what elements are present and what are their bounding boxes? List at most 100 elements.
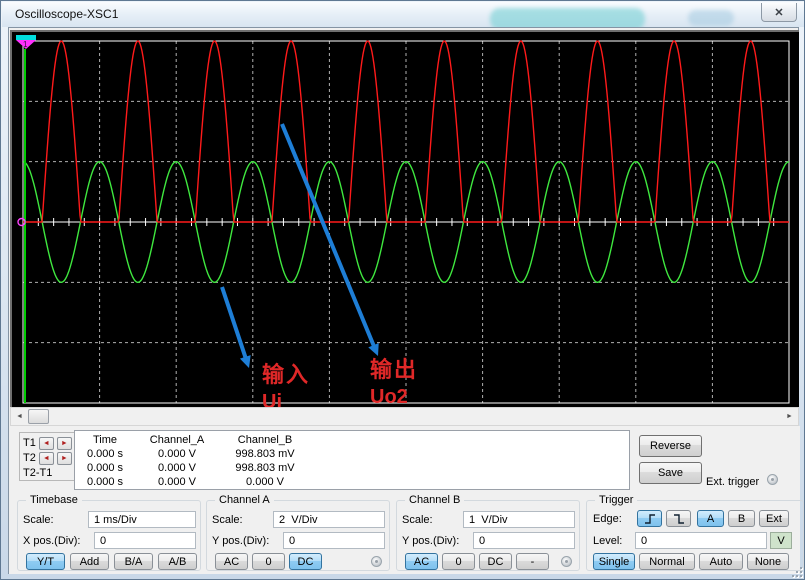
timebase-xpos-field[interactable]: 0 bbox=[94, 532, 196, 549]
trigger-source-a-button[interactable]: A bbox=[697, 510, 724, 527]
ext-trigger-label: Ext. trigger bbox=[706, 476, 759, 488]
timebase-scale-label: Scale: bbox=[23, 514, 54, 526]
right-arrow-icon: ► bbox=[786, 413, 793, 420]
t2-t1-channel-a: 0.000 V bbox=[141, 476, 213, 488]
channel-b-ypos-label: Y pos.(Div): bbox=[402, 535, 459, 547]
channel-b-ypos-field[interactable]: 0 bbox=[473, 532, 575, 549]
trigger-level-label: Level: bbox=[593, 535, 622, 547]
channel-a-scale-label: Scale: bbox=[212, 514, 243, 526]
cursor-control-box: T1 ◄ ► T2 ◄ ► T2-T1 bbox=[19, 432, 77, 481]
trigger-edge-label: Edge: bbox=[593, 513, 622, 525]
t2-row: T2 ◄ ► bbox=[23, 451, 72, 465]
t1-row: T1 ◄ ► bbox=[23, 436, 72, 450]
left-arrow-icon: ◄ bbox=[16, 413, 23, 420]
column-header-channel-a: Channel_A bbox=[141, 434, 213, 446]
rising-edge-icon bbox=[643, 513, 657, 525]
annotation-input-label: 输入 Ui bbox=[262, 363, 310, 407]
oscilloscope-window: Oscilloscope-XSC1 ✕ 1 输入 Ui 输出 Uo2 ◄ ► bbox=[0, 0, 805, 580]
save-button[interactable]: Save bbox=[639, 462, 702, 484]
channel-b-scale-field[interactable]: 1 V/Div bbox=[463, 511, 575, 528]
left-arrow-icon: ◄ bbox=[43, 455, 50, 462]
svg-text:1: 1 bbox=[23, 40, 28, 49]
client-area: 1 输入 Ui 输出 Uo2 ◄ ► T1 ◄ ► bbox=[8, 27, 799, 574]
scrollbar-left-arrow[interactable]: ◄ bbox=[11, 408, 28, 425]
title-bar[interactable]: Oscilloscope-XSC1 ✕ bbox=[2, 2, 805, 27]
ext-trigger-led bbox=[767, 474, 778, 485]
channel-a-group: Channel A Scale: 2 V/Div Y pos.(Div): 0 … bbox=[206, 500, 390, 571]
channel-b-led bbox=[561, 556, 572, 567]
t1-right-button[interactable]: ► bbox=[57, 437, 72, 450]
t2-t1-time: 0.000 s bbox=[75, 476, 135, 488]
t2-channel-a: 0.000 V bbox=[141, 462, 213, 474]
timebase-title: Timebase bbox=[26, 494, 82, 506]
trigger-single-button[interactable]: Single bbox=[593, 553, 635, 570]
t2-t1-channel-b: 0.000 V bbox=[217, 476, 313, 488]
controls-panel: Timebase Scale: 1 ms/Div X pos.(Div): 0 … bbox=[9, 494, 800, 574]
channel-a-ypos-label: Y pos.(Div): bbox=[212, 535, 269, 547]
t2-t1-label: T2-T1 bbox=[23, 467, 52, 479]
channel-b-dc-button[interactable]: DC bbox=[479, 553, 512, 570]
t2-time: 0.000 s bbox=[75, 462, 135, 474]
column-header-channel-b: Channel_B bbox=[217, 434, 313, 446]
trigger-source-b-button[interactable]: B bbox=[728, 510, 755, 527]
t2-left-button[interactable]: ◄ bbox=[39, 452, 54, 465]
measurement-readout: Time Channel_A Channel_B 0.000 s 0.000 V… bbox=[74, 430, 630, 490]
resize-grip[interactable] bbox=[788, 563, 802, 577]
channel-a-zero-button[interactable]: 0 bbox=[252, 553, 285, 570]
readout-panel: T1 ◄ ► T2 ◄ ► T2-T1 Time Channel_A Chann… bbox=[9, 426, 800, 494]
t2-channel-b: 998.803 mV bbox=[217, 462, 313, 474]
channel-a-led bbox=[371, 556, 382, 567]
scrollbar-thumb[interactable] bbox=[28, 409, 49, 424]
mode-add-button[interactable]: Add bbox=[70, 553, 109, 570]
channel-a-ypos-field[interactable]: 0 bbox=[283, 532, 385, 549]
trigger-group: Trigger Edge: A B Ext Level: 0 V Single … bbox=[586, 500, 804, 571]
aero-glass-reflection bbox=[688, 10, 734, 26]
channel-a-title: Channel A bbox=[215, 494, 274, 506]
channel-b-minus-button[interactable]: - bbox=[516, 553, 549, 570]
timebase-scale-field[interactable]: 1 ms/Div bbox=[88, 511, 196, 528]
column-header-time: Time bbox=[75, 434, 135, 446]
close-button[interactable]: ✕ bbox=[761, 3, 797, 22]
trigger-level-field[interactable]: 0 bbox=[635, 532, 767, 549]
annotation-output-label: 输出 Uo2 bbox=[370, 358, 418, 407]
scrollbar-right-arrow[interactable]: ► bbox=[781, 408, 798, 425]
channel-a-scale-field[interactable]: 2 V/Div bbox=[273, 511, 385, 528]
close-icon: ✕ bbox=[774, 6, 783, 19]
mode-ab-button[interactable]: A/B bbox=[158, 553, 197, 570]
trigger-title: Trigger bbox=[595, 494, 637, 506]
rising-edge-button[interactable] bbox=[637, 510, 662, 527]
scope-hscrollbar[interactable]: ◄ ► bbox=[10, 407, 799, 426]
trigger-source-ext-button[interactable]: Ext bbox=[759, 510, 789, 527]
channel-b-group: Channel B Scale: 1 V/Div Y pos.(Div): 0 … bbox=[396, 500, 580, 571]
trigger-level-unit[interactable]: V bbox=[770, 532, 792, 549]
scope-display[interactable]: 1 输入 Ui 输出 Uo2 bbox=[10, 30, 799, 407]
t2-label: T2 bbox=[23, 452, 36, 464]
t1-label: T1 bbox=[23, 437, 36, 449]
right-arrow-icon: ► bbox=[61, 440, 68, 447]
t2-t1-row: T2-T1 bbox=[23, 466, 52, 480]
t2-right-button[interactable]: ► bbox=[57, 452, 72, 465]
falling-edge-icon bbox=[672, 513, 686, 525]
reverse-button[interactable]: Reverse bbox=[639, 435, 702, 457]
timebase-xpos-label: X pos.(Div): bbox=[23, 535, 80, 547]
channel-b-zero-button[interactable]: 0 bbox=[442, 553, 475, 570]
timebase-group: Timebase Scale: 1 ms/Div X pos.(Div): 0 … bbox=[17, 500, 201, 571]
trigger-auto-button[interactable]: Auto bbox=[699, 553, 743, 570]
mode-ba-button[interactable]: B/A bbox=[114, 553, 153, 570]
channel-a-ac-button[interactable]: AC bbox=[215, 553, 248, 570]
channel-b-ac-button[interactable]: AC bbox=[405, 553, 438, 570]
t1-left-button[interactable]: ◄ bbox=[39, 437, 54, 450]
mode-yt-button[interactable]: Y/T bbox=[26, 553, 65, 570]
waveform-plot[interactable]: 1 bbox=[12, 32, 799, 407]
falling-edge-button[interactable] bbox=[666, 510, 691, 527]
right-arrow-icon: ► bbox=[61, 455, 68, 462]
t1-time: 0.000 s bbox=[75, 448, 135, 460]
channel-b-scale-label: Scale: bbox=[402, 514, 433, 526]
trigger-normal-button[interactable]: Normal bbox=[639, 553, 695, 570]
t1-channel-a: 0.000 V bbox=[141, 448, 213, 460]
left-arrow-icon: ◄ bbox=[43, 440, 50, 447]
trigger-none-button[interactable]: None bbox=[747, 553, 789, 570]
channel-a-dc-button[interactable]: DC bbox=[289, 553, 322, 570]
channel-b-title: Channel B bbox=[405, 494, 464, 506]
t1-channel-b: 998.803 mV bbox=[217, 448, 313, 460]
